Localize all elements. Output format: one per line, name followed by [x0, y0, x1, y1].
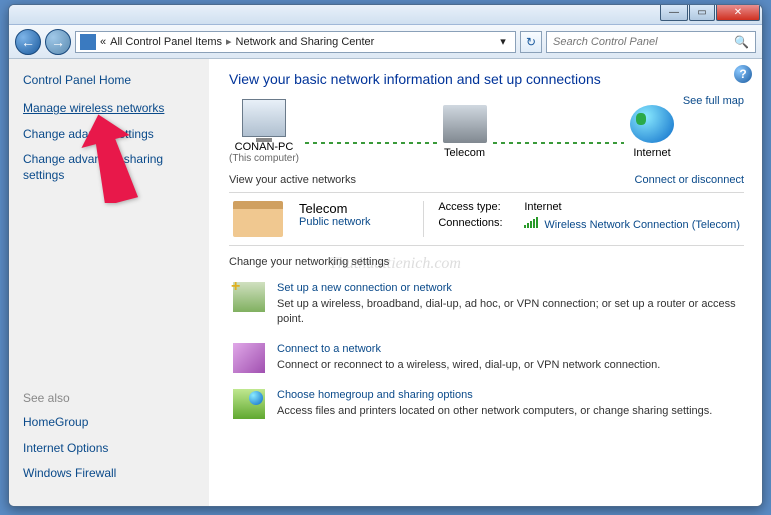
- section-title: View your active networks: [229, 174, 356, 186]
- window: — ▭ ✕ ← → « All Control Panel Items ▸ Ne…: [8, 4, 763, 507]
- help-icon[interactable]: ?: [734, 65, 752, 83]
- seealso-internet-options[interactable]: Internet Options: [23, 441, 116, 457]
- breadcrumb-item[interactable]: Network and Sharing Center: [236, 36, 375, 48]
- node-label: CONAN-PC: [229, 141, 299, 153]
- setting-title[interactable]: Set up a new connection or network: [277, 282, 740, 294]
- setting-desc: Access files and printers located on oth…: [277, 404, 712, 419]
- node-sublabel: (This computer): [229, 153, 299, 164]
- active-networks-header: View your active networks Connect or dis…: [229, 174, 744, 186]
- active-network: Telecom Public network Access type: Inte…: [229, 193, 744, 245]
- seealso-firewall[interactable]: Windows Firewall: [23, 466, 116, 482]
- map-node-internet[interactable]: Internet: [630, 105, 674, 159]
- connection-name: Wireless Network Connection (Telecom): [544, 219, 740, 231]
- access-type-label: Access type:: [438, 201, 514, 213]
- seealso-homegroup[interactable]: HomeGroup: [23, 415, 116, 431]
- sidebar-link-manage-wireless[interactable]: Manage wireless networks: [23, 101, 199, 117]
- network-type-link[interactable]: Public network: [299, 216, 371, 228]
- connect-disconnect-link[interactable]: Connect or disconnect: [635, 174, 744, 186]
- settings-list: Set up a new connection or network Set u…: [229, 274, 744, 427]
- navbar: ← → « All Control Panel Items ▸ Network …: [9, 25, 762, 59]
- computer-icon: [242, 99, 286, 137]
- search-input[interactable]: [553, 36, 734, 48]
- sidebar-link-adapter[interactable]: Change adapter settings: [23, 127, 199, 143]
- see-also-header: See also: [23, 391, 116, 405]
- map-connector: [493, 142, 625, 144]
- section-title: Change your networking settings: [229, 256, 389, 268]
- node-label: Internet: [630, 147, 674, 159]
- setting-homegroup[interactable]: Choose homegroup and sharing options Acc…: [229, 381, 744, 427]
- connection-link[interactable]: Wireless Network Connection (Telecom): [524, 217, 740, 231]
- control-panel-home[interactable]: Control Panel Home: [23, 73, 199, 87]
- setting-desc: Connect or reconnect to a wireless, wire…: [277, 358, 660, 373]
- bench-icon: [233, 201, 283, 237]
- close-button[interactable]: ✕: [716, 5, 760, 21]
- network-map: See full map CONAN-PC (This computer) Te…: [229, 99, 744, 164]
- breadcrumb-item[interactable]: All Control Panel Items: [110, 36, 222, 48]
- setting-title[interactable]: Connect to a network: [277, 343, 660, 355]
- map-connector: [305, 142, 437, 144]
- setting-connect-network[interactable]: Connect to a network Connect or reconnec…: [229, 335, 744, 381]
- divider: [229, 245, 744, 246]
- back-button[interactable]: ←: [15, 29, 41, 55]
- chevron-right-icon: ▸: [226, 35, 232, 48]
- new-connection-icon: [233, 282, 265, 312]
- maximize-button[interactable]: ▭: [689, 5, 715, 21]
- forward-button[interactable]: →: [45, 29, 71, 55]
- network-details: Access type: Internet Connections: Wirel…: [423, 201, 740, 237]
- refresh-button[interactable]: ↻: [520, 31, 542, 53]
- content: ? View your basic network information an…: [209, 59, 762, 506]
- change-settings-header: Change your networking settings: [229, 256, 744, 268]
- sidebar: Control Panel Home Manage wireless netwo…: [9, 59, 209, 506]
- connect-icon: [233, 343, 265, 373]
- control-panel-icon: [80, 34, 96, 50]
- titlebar: — ▭ ✕: [9, 5, 762, 25]
- setting-title[interactable]: Choose homegroup and sharing options: [277, 389, 712, 401]
- access-type-value: Internet: [524, 201, 561, 213]
- address-bar[interactable]: « All Control Panel Items ▸ Network and …: [75, 31, 516, 53]
- see-full-map-link[interactable]: See full map: [683, 95, 744, 107]
- map-node-router[interactable]: Telecom: [443, 105, 487, 159]
- minimize-button[interactable]: —: [660, 5, 688, 21]
- page-title: View your basic network information and …: [229, 71, 744, 87]
- setting-desc: Set up a wireless, broadband, dial-up, a…: [277, 297, 740, 327]
- setting-new-connection[interactable]: Set up a new connection or network Set u…: [229, 274, 744, 335]
- homegroup-icon: [233, 389, 265, 419]
- address-dropdown[interactable]: ▾: [495, 35, 511, 48]
- signal-icon: [524, 217, 538, 228]
- router-icon: [443, 105, 487, 143]
- search-icon: 🔍: [734, 35, 749, 49]
- connections-label: Connections:: [438, 217, 514, 231]
- see-also: See also HomeGroup Internet Options Wind…: [23, 391, 116, 492]
- map-node-computer[interactable]: CONAN-PC (This computer): [229, 99, 299, 164]
- search-box[interactable]: 🔍: [546, 31, 756, 53]
- network-name: Telecom: [299, 201, 371, 216]
- crumb-prefix: «: [100, 36, 106, 48]
- node-label: Telecom: [443, 147, 487, 159]
- sidebar-link-sharing[interactable]: Change advanced sharing settings: [23, 152, 199, 183]
- globe-icon: [630, 105, 674, 143]
